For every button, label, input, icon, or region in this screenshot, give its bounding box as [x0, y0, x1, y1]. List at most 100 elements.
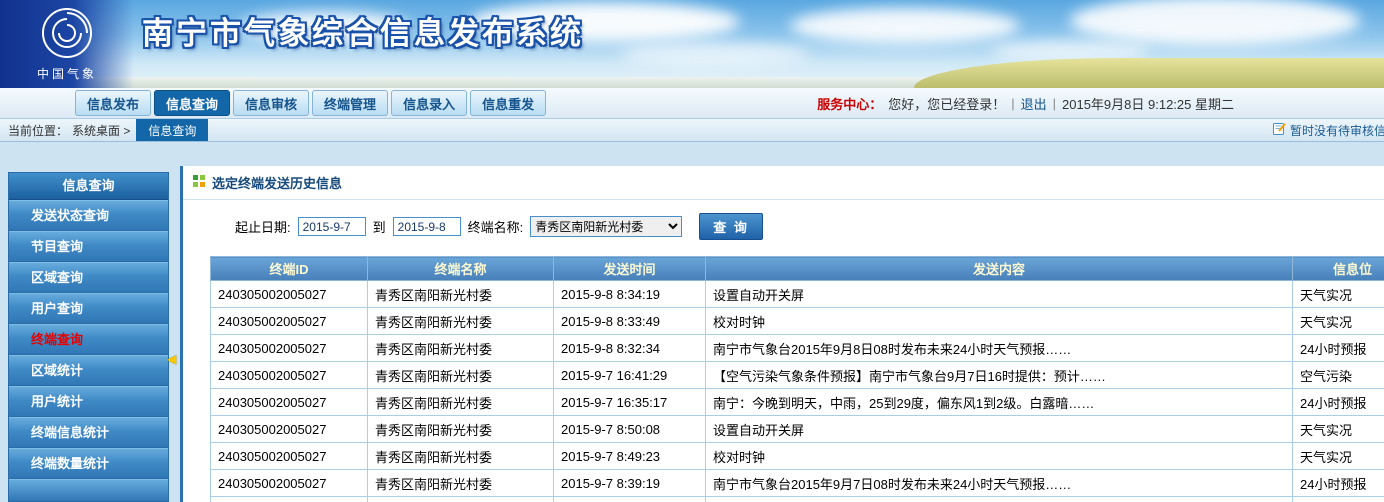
column-header: 发送时间 [554, 257, 706, 281]
table-cell: 24小时预报 [1293, 470, 1384, 497]
table-cell: 2015-9-7 8:39:19 [554, 470, 706, 497]
nav-tab-5[interactable]: 信息录入 [391, 90, 467, 116]
table-cell: 【空气污染气象条件预报】南宁市气象台9月7日16时提供：预计…… [706, 362, 1293, 389]
terminal-name-label: 终端名称: [468, 217, 524, 236]
table-cell: 青秀区南阳新光村委 [368, 389, 554, 416]
table-cell: 2015-9-8 8:33:49 [554, 308, 706, 335]
table-row[interactable]: 240305002005027青秀区南阳新光村委2015-9-7 8:26:47… [211, 497, 1384, 502]
audit-notice: 暂时没有待审核信息 [1273, 119, 1384, 141]
nav-tab-3[interactable]: 信息审核 [233, 90, 309, 116]
table-cell: 设置自动开关屏 [706, 416, 1293, 443]
table-cell: 青秀区南阳新光村委 [368, 416, 554, 443]
breadcrumb-current: 信息查询 [136, 119, 208, 141]
table-row[interactable]: 240305002005027青秀区南阳新光村委2015-9-8 8:32:34… [211, 335, 1384, 362]
date-from-input[interactable] [298, 217, 366, 236]
table-cell: 天气实况 [1293, 416, 1384, 443]
table-row[interactable]: 240305002005027青秀区南阳新光村委2015-9-8 8:33:49… [211, 308, 1384, 335]
column-header: 终端名称 [368, 257, 554, 281]
table-cell: 青秀区南阳新光村委 [368, 470, 554, 497]
table-cell: 2015-9-8 8:32:34 [554, 335, 706, 362]
login-greeting: 您好，您已经登录！ [888, 94, 1005, 113]
table-header-row: 终端ID终端名称发送时间发送内容信息位 [211, 257, 1384, 281]
table-cell: 240305002005027 [211, 470, 368, 497]
main-panel: 选定终端发送历史信息 起止日期: 到 终端名称: 青秀区南阳新光村委 查 询 [180, 166, 1384, 502]
table-row[interactable]: 240305002005027青秀区南阳新光村委2015-9-7 8:49:23… [211, 443, 1384, 470]
to-label: 到 [373, 217, 386, 236]
table-cell: 2015-9-7 8:50:08 [554, 416, 706, 443]
sidebar-item-5[interactable]: 终端查询 [9, 324, 168, 355]
logout-link[interactable]: 退出 [1021, 94, 1047, 113]
nav-tab-6[interactable]: 信息重发 [470, 90, 546, 116]
table-cell: 青秀区南阳新光村委 [368, 308, 554, 335]
sidebar-collapse-handle[interactable]: ◀ [167, 352, 176, 366]
sidebar: 信息查询 发送状态查询节目查询区域查询用户查询终端查询区域统计用户统计终端信息统… [8, 172, 169, 502]
table-cell: 暴雨预警 [1293, 497, 1384, 502]
logo: 中国气象 [0, 0, 134, 88]
breadcrumb-parent[interactable]: 系统桌面 > [72, 122, 130, 139]
breadcrumb-bar: 当前位置： 系统桌面 > 信息查询 暂时没有待审核信息 [0, 118, 1384, 142]
table-cell: 2015-9-7 8:49:23 [554, 443, 706, 470]
date-range-label: 起止日期: [235, 217, 291, 236]
note-icon [1273, 122, 1286, 138]
column-header: 终端ID [211, 257, 368, 281]
logo-text: 中国气象 [37, 65, 97, 82]
field-decor [914, 58, 1384, 88]
table-row[interactable]: 240305002005027青秀区南阳新光村委2015-9-7 8:50:08… [211, 416, 1384, 443]
terminal-select[interactable]: 青秀区南阳新光村委 [530, 216, 682, 237]
table-row[interactable]: 240305002005027青秀区南阳新光村委2015-9-7 16:35:1… [211, 389, 1384, 416]
cma-logo-icon [41, 7, 93, 64]
table-cell: 青秀区南阳新光村委 [368, 443, 554, 470]
table-cell: 240305002005027 [211, 497, 368, 502]
sidebar-item-6[interactable]: 区域统计 [9, 355, 168, 386]
table-cell: 2015-9-7 8:26:47 [554, 497, 706, 502]
sidebar-item-2[interactable]: 节目查询 [9, 231, 168, 262]
table-cell: 天气实况 [1293, 281, 1384, 308]
sidebar-item-8[interactable]: 终端信息统计 [9, 417, 168, 448]
table-row[interactable]: 240305002005027青秀区南阳新光村委2015-9-7 16:41:2… [211, 362, 1384, 389]
table-cell: 240305002005027 [211, 308, 368, 335]
cloud-decor [790, 8, 1020, 44]
sidebar-item-3[interactable]: 区域查询 [9, 262, 168, 293]
table-cell: 青秀区南阳新光村委 [368, 497, 554, 502]
separator: | [1011, 96, 1014, 111]
nav-tab-4[interactable]: 终端管理 [312, 90, 388, 116]
table-cell: 2015-9-7 16:41:29 [554, 362, 706, 389]
table-cell: 2015-9-7 16:35:17 [554, 389, 706, 416]
breadcrumb-label: 当前位置： [8, 122, 68, 139]
nav-tab-2[interactable]: 信息查询 [154, 90, 230, 116]
table-cell: 青秀区南阳新光村委 [368, 281, 554, 308]
query-button[interactable]: 查 询 [699, 213, 763, 240]
table-cell: 240305002005027 [211, 335, 368, 362]
table-cell: 青秀区南阳新光村委 [368, 362, 554, 389]
nav-right: 服务中心： 您好，您已经登录！ | 退出 | 2015年9月8日 9:12:25… [817, 94, 1384, 113]
table-cell: 240305002005027 [211, 416, 368, 443]
table-cell: 天气实况 [1293, 443, 1384, 470]
column-header: 信息位 [1293, 257, 1384, 281]
date-to-input[interactable] [393, 217, 461, 236]
history-table: 终端ID终端名称发送时间发送内容信息位 240305002005027青秀区南阳… [210, 256, 1384, 502]
table-row[interactable]: 240305002005027青秀区南阳新光村委2015-9-7 8:39:19… [211, 470, 1384, 497]
datetime-text: 2015年9月8日 9:12:25 星期二 [1062, 94, 1234, 113]
nav-tab-1[interactable]: 信息发布 [75, 90, 151, 116]
audit-notice-text: 暂时没有待审核信息 [1290, 122, 1384, 139]
table-cell: 240305002005027 [211, 281, 368, 308]
header-banner: 中国气象 南宁市气象综合信息发布系统 [0, 0, 1384, 88]
table-cell: 校对时钟 [706, 443, 1293, 470]
filter-row: 起止日期: 到 终端名称: 青秀区南阳新光村委 查 询 [183, 200, 1384, 250]
sidebar-item-4[interactable]: 用户查询 [9, 293, 168, 324]
table-cell: 24小时预报 [1293, 335, 1384, 362]
content-area: 信息查询 发送状态查询节目查询区域查询用户查询终端查询区域统计用户统计终端信息统… [0, 142, 1384, 502]
separator: | [1053, 96, 1056, 111]
sidebar-item-1[interactable]: 发送状态查询 [9, 200, 168, 231]
table-cell: 24小时预报 [1293, 389, 1384, 416]
section-header: 选定终端发送历史信息 [183, 166, 1384, 200]
sidebar-menu: 发送状态查询节目查询区域查询用户查询终端查询区域统计用户统计终端信息统计终端数量… [9, 200, 168, 479]
sidebar-filler [9, 479, 168, 501]
nav-tabs: 信息发布信息查询信息审核终端管理信息录入信息重发 [75, 90, 546, 116]
table-cell: 青秀区南阳新光村委 [368, 335, 554, 362]
table-cell: 南宁市气象台2015年9月8日08时发布未来24小时天气预报…… [706, 335, 1293, 362]
column-header: 发送内容 [706, 257, 1293, 281]
table-row[interactable]: 240305002005027青秀区南阳新光村委2015-9-8 8:34:19… [211, 281, 1384, 308]
sidebar-item-9[interactable]: 终端数量统计 [9, 448, 168, 479]
sidebar-item-7[interactable]: 用户统计 [9, 386, 168, 417]
